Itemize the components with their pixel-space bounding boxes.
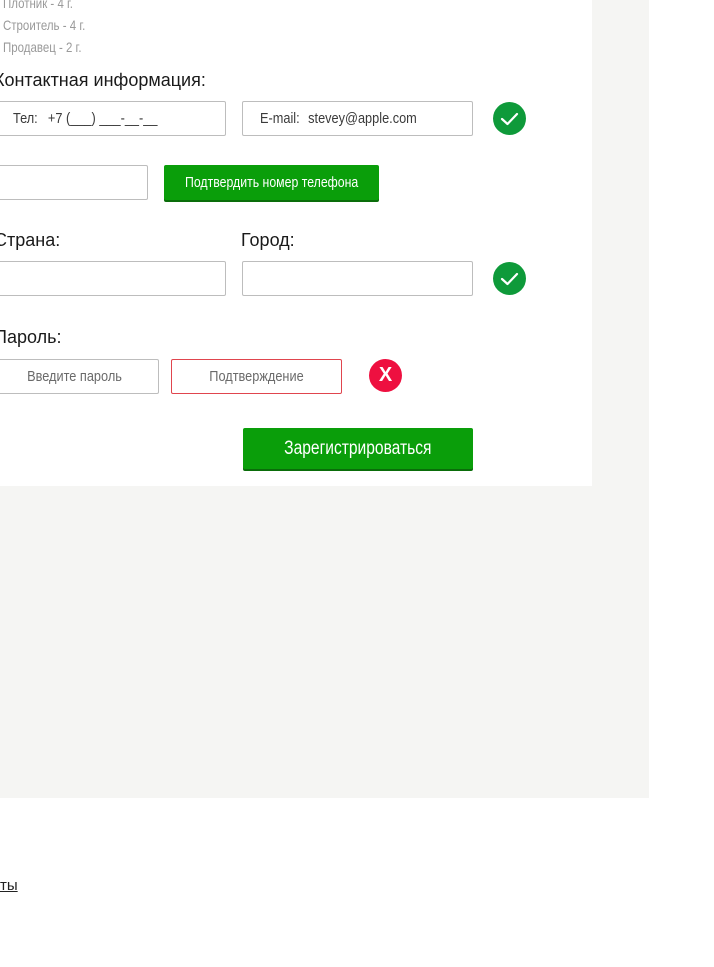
country-field[interactable] — [0, 261, 226, 296]
check-icon — [493, 262, 526, 295]
phone-mask: +7 (___) ___-__-__ — [47, 110, 158, 127]
registration-form: Плотник - 4 г. Строитель - 4 г. Продавец… — [0, 0, 592, 486]
experience-item: Строитель - 4 г. — [3, 17, 86, 33]
email-value: stevey@apple.com — [308, 110, 417, 127]
verify-phone-label: Подтвердить номер телефона — [184, 174, 359, 191]
confirm-placeholder: Подтверждение — [209, 368, 304, 385]
password-placeholder: Введите пароль — [27, 368, 122, 385]
error-mark: X — [378, 364, 393, 386]
phone-label: Тел: — [13, 110, 38, 127]
password-heading: Пароль: — [0, 327, 62, 347]
verify-phone-button[interactable]: Подтвердить номер телефона — [164, 165, 379, 200]
password-field[interactable]: Введите пароль — [0, 359, 159, 394]
password-confirm-field[interactable]: Подтверждение — [171, 359, 342, 394]
check-icon — [493, 102, 526, 135]
footer-link[interactable]: ты — [0, 877, 18, 894]
email-field[interactable]: E-mail: stevey@apple.com — [242, 101, 473, 136]
city-label: Город: — [241, 230, 295, 250]
contact-heading: Контактная информация: — [0, 70, 206, 90]
experience-item: Плотник - 4 г. — [3, 0, 74, 11]
error-icon: X — [369, 359, 402, 392]
register-label: Зарегистрироваться — [284, 437, 432, 459]
email-label: E-mail: — [260, 110, 300, 127]
sms-code-field[interactable] — [0, 165, 148, 200]
experience-item: Продавец - 2 г. — [3, 39, 82, 55]
country-label: Страна: — [0, 230, 61, 250]
city-field[interactable] — [242, 261, 473, 296]
phone-field[interactable]: Тел: +7 (___) ___-__-__ — [0, 101, 226, 136]
register-button[interactable]: Зарегистрироваться — [243, 428, 473, 469]
